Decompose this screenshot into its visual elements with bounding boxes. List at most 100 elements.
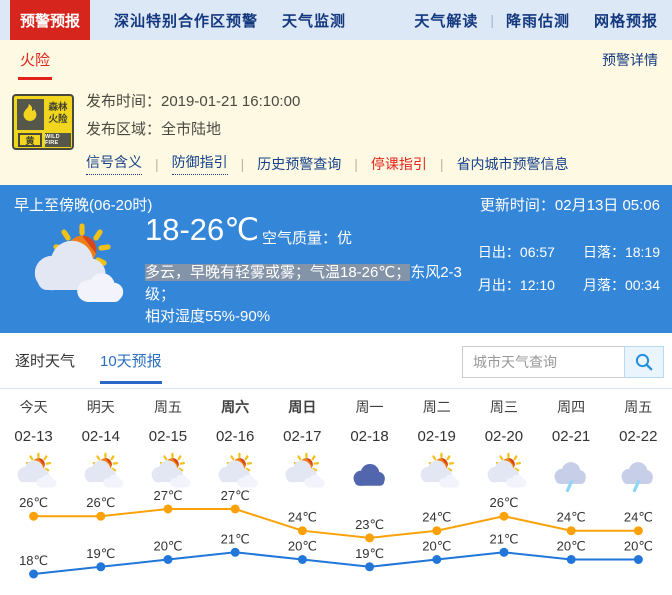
tabs-row: 逐时天气 10天预报 [0,333,672,389]
tab-warning-forecast[interactable]: 预警预报 [10,0,90,40]
link-defense-guide[interactable]: 防御指引 [171,152,228,175]
cloudy-icon [336,452,403,492]
forecast-day-column[interactable]: 周三 02-20 [470,389,537,492]
search-button[interactable] [624,346,664,378]
forecast-day-name: 周五 [624,399,653,415]
link-signal-meaning[interactable]: 信号含义 [86,152,142,175]
warning-en-label: WILD FIRE [45,133,71,147]
forecast-day-column[interactable]: 今天 02-13 [0,389,67,492]
forecast-day-name: 周日 [288,399,317,415]
nav-right-group: 天气解读 | 降雨估测 网格预报 [414,0,672,40]
svg-text:23℃: 23℃ [355,517,384,532]
link-divider: | [240,155,245,172]
link-history-query[interactable]: 历史预警查询 [257,154,341,174]
partly-cloudy-icon [202,452,269,492]
warning-meta: 发布时间：2019-01-21 16:10:00 发布区域：全市陆地 [86,88,300,144]
forecast-day-date: 02-16 [215,428,255,445]
top-nav: 预警预报 深汕特别合作区预警 天气监测 天气解读 | 降雨估测 网格预报 [0,0,672,40]
forest-fire-warning-icon: 森林 火险 黄 WILD FIRE [12,94,74,150]
forecast-day-name: 周二 [422,399,451,415]
svg-text:21℃: 21℃ [221,531,250,546]
svg-text:26℃: 26℃ [489,495,518,510]
warning-links: 信号含义 | 防御指引 | 历史预警查询 | 停课指引 | 省内城市预警信息 [86,152,569,175]
warning-section: 火险 预警详情 森林 火险 黄 WILD FIRE 发布时间：2019-01-21… [0,40,672,185]
svg-text:24℃: 24℃ [624,510,653,525]
forecast-day-date: 02-13 [14,428,53,445]
moonset-time: 月落：00:34 [582,277,660,293]
link-class-suspension-guide[interactable]: 停课指引 [371,154,427,174]
svg-text:20℃: 20℃ [422,539,451,554]
search-icon [635,353,653,371]
nav-item-weather-interpretation[interactable]: 天气解读 [414,10,478,31]
forecast-day-date: 02-20 [484,428,524,445]
svg-text:24℃: 24℃ [288,510,317,525]
forecast-day-column[interactable]: 周日 02-17 [269,389,336,492]
weather-description: 多云，早晚有轻雾或雾；气温18-26℃；东风2-3级； 相对湿度55%-90% [145,264,462,325]
svg-text:19℃: 19℃ [86,546,115,561]
nav-item-grid-forecast[interactable]: 网格预报 [594,10,658,31]
forecast-day-date: 02-15 [148,428,188,445]
forecast-day-name: 周五 [153,399,182,415]
forecast-day-date: 02-17 [283,428,322,445]
warning-details-link[interactable]: 预警详情 [602,50,658,70]
forecast-day-column[interactable]: 周五 02-22 [605,389,672,492]
svg-text:20℃: 20℃ [557,539,586,554]
rain-icon [605,452,672,492]
partly-cloudy-icon [403,452,470,492]
svg-text:20℃: 20℃ [288,539,317,554]
selected-text: 多云，早晚有轻雾或雾；气温18-26℃； [145,264,411,281]
nav-divider: | [490,12,494,28]
nav-item-weather-monitor[interactable]: 天气监测 [282,0,346,40]
svg-text:26℃: 26℃ [86,495,115,510]
svg-text:27℃: 27℃ [153,489,182,503]
alert-tab-row: 火险 预警详情 [0,40,672,80]
partly-cloudy-icon [0,452,67,492]
svg-text:26℃: 26℃ [19,495,48,510]
forecast-day-column[interactable]: 周二 02-19 [403,389,470,492]
forecast-day-name: 周一 [355,399,384,415]
forecast-day-date: 02-22 [619,428,658,445]
publish-time: 发布时间：2019-01-21 16:10:00 [86,93,301,110]
sunset-time: 日落：18:19 [582,244,660,260]
forecast-day-column[interactable]: 周六 02-16 [202,389,269,492]
moonrise-time: 月出：12:10 [477,277,555,293]
flame-icon [17,99,44,130]
svg-text:24℃: 24℃ [422,510,451,525]
city-search [462,346,664,378]
warning-type-label: 森林 火险 [48,102,68,125]
svg-text:19℃: 19℃ [355,546,384,561]
svg-text:20℃: 20℃ [153,539,182,554]
svg-text:27℃: 27℃ [221,489,250,503]
nav-item-rain-estimation[interactable]: 降雨估测 [506,10,570,31]
temperature-range: 18-26℃ [145,212,260,247]
forecast-day-columns: 今天 02-13 明天 02-14 周五 02-15 周六 02-16 周日 0… [0,389,672,492]
tab-ten-day-forecast[interactable]: 10天预报 [100,350,162,384]
partly-cloudy-icon [134,452,201,492]
forecast-day-name: 周四 [557,399,586,415]
sun-moon-times: 日出：06:57 日落：18:19 月出：12:10 月落：00:34 [478,242,660,308]
nav-item-shenshan-zone[interactable]: 深汕特别合作区预警 [114,0,258,40]
current-weather-panel: 早上至傍晚(06-20时) 更新时间：02月13日 05:06 18-26℃ 空… [0,185,672,333]
svg-text:18℃: 18℃ [19,553,48,568]
partly-cloudy-icon [67,452,134,492]
link-divider: | [155,155,159,172]
link-province-city-warnings[interactable]: 省内城市预警信息 [457,154,569,174]
tab-hourly-weather[interactable]: 逐时天气 [15,350,75,371]
publish-area: 发布区域：全市陆地 [86,121,222,138]
forecast-day-name: 明天 [86,399,115,415]
forecast-day-column[interactable]: 周五 02-15 [134,389,201,492]
forecast-day-name: 周三 [489,399,518,415]
forecast-day-name: 周六 [221,399,250,415]
svg-text:21℃: 21℃ [489,531,518,546]
forecast-day-date: 02-14 [81,428,120,445]
forecast-day-date: 02-18 [350,428,389,445]
city-search-input[interactable] [462,346,624,378]
forecast-day-column[interactable]: 明天 02-14 [67,389,134,492]
forecast-day-date: 02-21 [551,428,591,445]
update-time-label: 更新时间：02月13日 05:06 [479,197,660,214]
forecast-day-column[interactable]: 周四 02-21 [538,389,605,492]
link-divider: | [354,155,358,172]
partly-cloudy-icon [269,452,336,492]
tab-fire-risk[interactable]: 火险 [18,40,53,80]
forecast-day-column[interactable]: 周一 02-18 [336,389,403,492]
